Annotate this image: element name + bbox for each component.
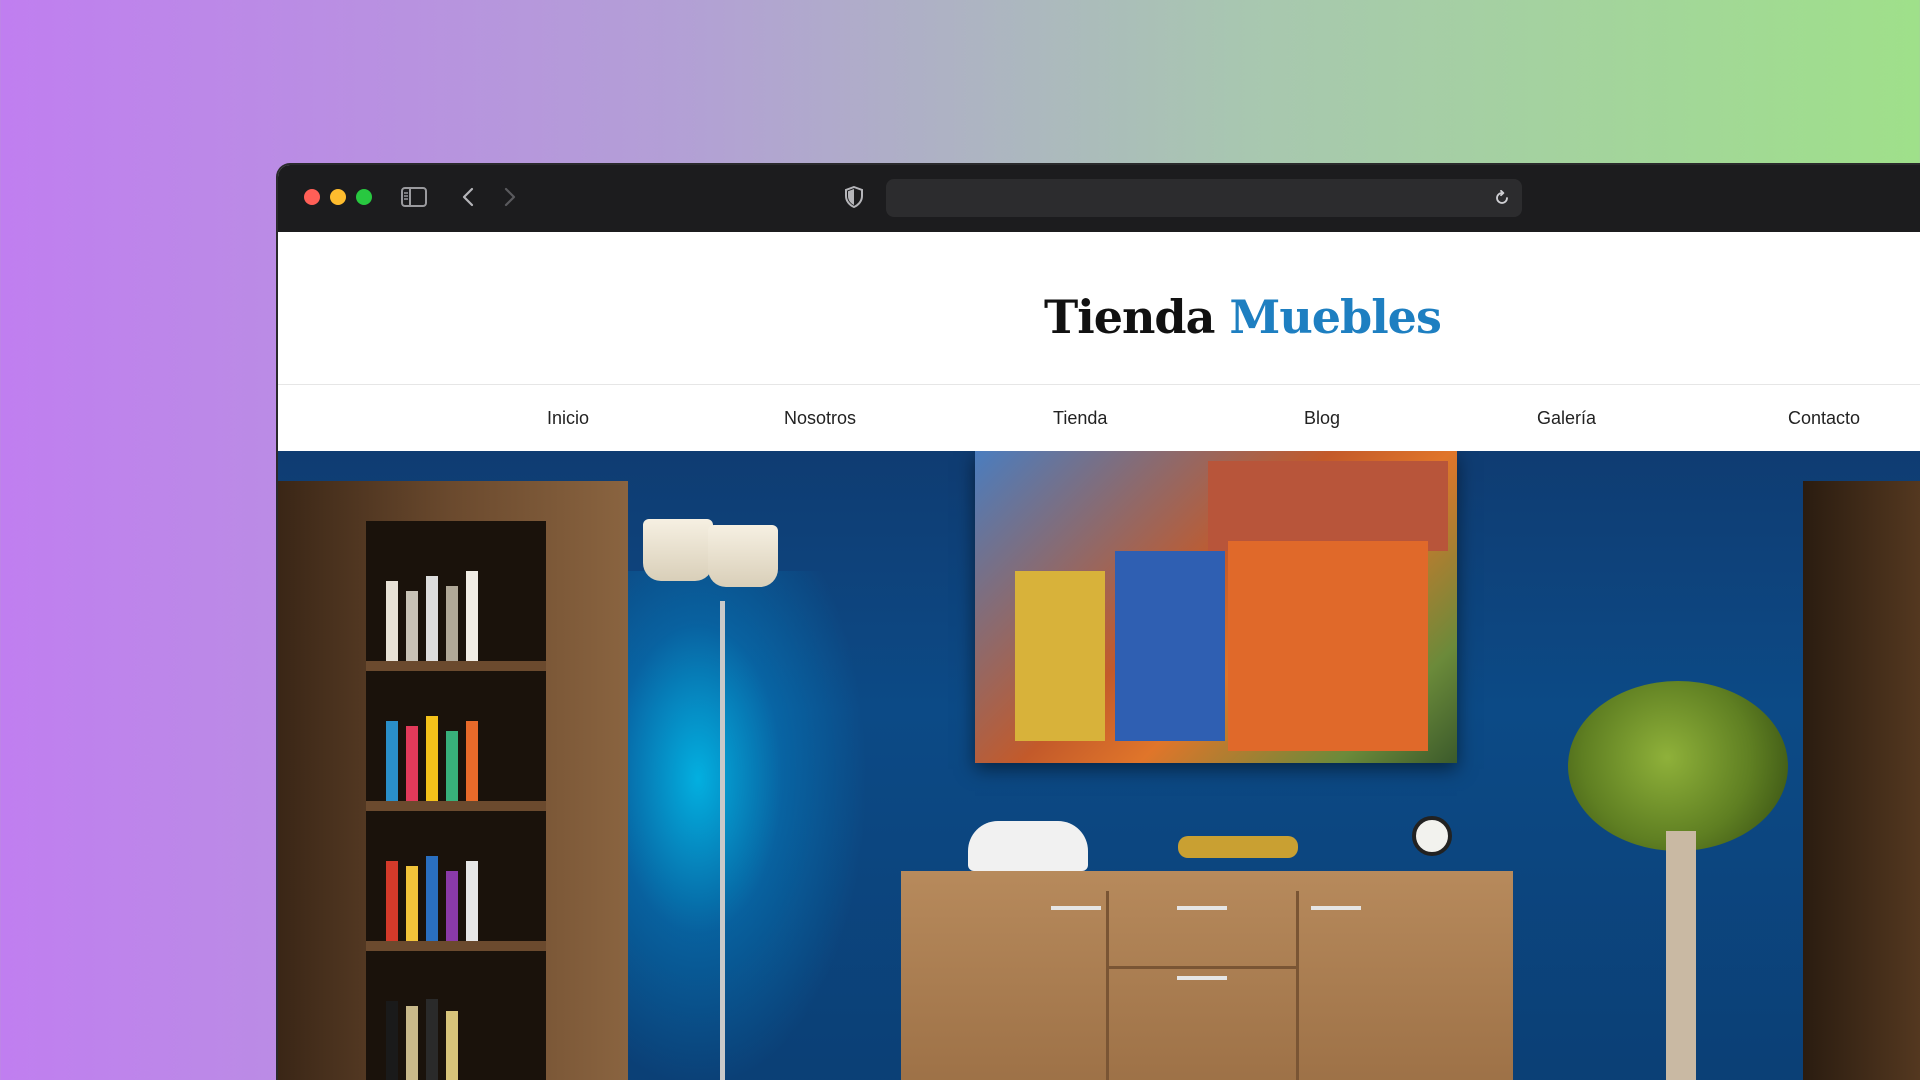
- main-navigation: Inicio Nosotros Tienda Blog Galería Cont…: [278, 386, 1920, 451]
- dresser: [901, 871, 1513, 1080]
- bookshelf: [278, 481, 628, 1080]
- site-header: Tienda Muebles: [278, 232, 1920, 385]
- sidebar-toggle-icon[interactable]: [400, 183, 428, 211]
- nav-link-inicio[interactable]: Inicio: [547, 408, 589, 429]
- potted-tree: [1568, 681, 1788, 851]
- brand-primary: Tienda: [1044, 290, 1215, 344]
- nav-link-galeria[interactable]: Galería: [1537, 408, 1596, 429]
- gold-decoration: [1178, 836, 1298, 858]
- zoom-window-button[interactable]: [356, 189, 372, 205]
- lamp-shade: [643, 519, 713, 581]
- browser-toolbar: [278, 165, 1920, 232]
- cabinet: [1803, 481, 1920, 1080]
- nav-link-contacto[interactable]: Contacto: [1788, 408, 1860, 429]
- lamp-pole: [720, 601, 725, 1080]
- brand-accent: Muebles: [1229, 290, 1441, 344]
- nav-link-tienda[interactable]: Tienda: [1053, 408, 1107, 429]
- statue-decoration: [968, 821, 1088, 871]
- nav-link-blog[interactable]: Blog: [1304, 408, 1340, 429]
- alarm-clock: [1412, 816, 1452, 856]
- web-page: Tienda Muebles Inicio Nosotros Tienda Bl…: [278, 232, 1920, 1080]
- shield-icon[interactable]: [840, 183, 868, 211]
- chevron-left-icon[interactable]: [454, 183, 482, 211]
- close-window-button[interactable]: [304, 189, 320, 205]
- reload-icon[interactable]: [1490, 186, 1514, 210]
- url-input[interactable]: [886, 179, 1522, 217]
- browser-window: Tienda Muebles Inicio Nosotros Tienda Bl…: [278, 165, 1920, 1080]
- lamp-shade: [708, 525, 778, 587]
- minimize-window-button[interactable]: [330, 189, 346, 205]
- site-logo[interactable]: Tienda Muebles: [1044, 290, 1442, 344]
- chevron-right-icon[interactable]: [496, 183, 524, 211]
- hero-image: [278, 451, 1920, 1080]
- nav-link-nosotros[interactable]: Nosotros: [784, 408, 856, 429]
- address-bar[interactable]: [886, 179, 1522, 217]
